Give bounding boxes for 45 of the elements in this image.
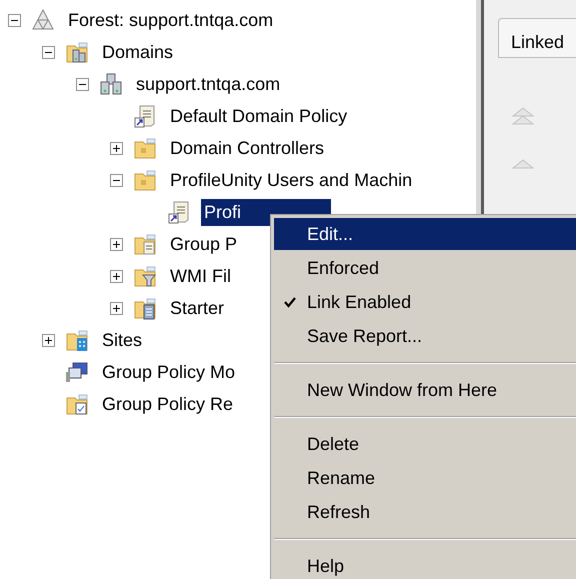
tree-item[interactable]: ProfileUnity Users and Machin	[167, 166, 416, 194]
server-icon	[99, 72, 123, 96]
menu-item[interactable]: New Window from Here	[274, 374, 576, 406]
menu-item[interactable]: Rename	[274, 462, 576, 494]
triangle-tree-icon	[31, 8, 55, 32]
menu-item[interactable]: Refresh	[274, 496, 576, 528]
menu-item[interactable]: Save Report...	[274, 320, 576, 352]
scroll-shortcut-icon	[167, 200, 191, 224]
tree-item[interactable]: Sites	[99, 326, 146, 354]
tree-item[interactable]: Group P	[167, 230, 240, 258]
menu-item[interactable]: Help	[274, 550, 576, 579]
tree-item[interactable]: Default Domain Policy	[167, 102, 350, 130]
check-icon	[284, 296, 296, 308]
menu-item[interactable]: Delete	[274, 428, 576, 460]
menu-item[interactable]: Edit...	[274, 218, 576, 250]
tree-item[interactable]: support.tntqa.com	[133, 70, 284, 98]
expand-icon[interactable]	[110, 238, 123, 250]
folder-document-icon	[133, 232, 157, 256]
tree-item[interactable]: Domains	[99, 38, 176, 66]
tree-item[interactable]: Group Policy Re	[99, 390, 236, 418]
tree-item[interactable]: Group Policy Mo	[99, 358, 238, 386]
collapse-icon[interactable]	[42, 46, 55, 58]
tree-item[interactable]: WMI Fil	[167, 262, 234, 290]
folder-document-icon	[133, 296, 157, 320]
folder-funnel-icon	[133, 264, 157, 288]
tab[interactable]: Linked	[498, 18, 576, 58]
tree-item[interactable]: Starter	[167, 294, 228, 322]
folder-building-icon	[65, 328, 89, 352]
folder-report-icon	[65, 392, 89, 416]
menu-item[interactable]: Enforced	[274, 252, 576, 284]
expand-icon[interactable]	[110, 302, 123, 314]
collapse-icon[interactable]	[76, 78, 89, 90]
scroll-shortcut-icon	[133, 104, 157, 128]
collapse-icon[interactable]	[8, 14, 21, 26]
expand-icon[interactable]	[42, 334, 55, 346]
tree-item[interactable]: Forest: support.tntqa.com	[65, 6, 276, 34]
folder-icon	[133, 168, 157, 192]
menu-item[interactable]: Link Enabled	[274, 286, 576, 318]
folder-server-icon	[65, 40, 89, 64]
collapse-icon[interactable]	[110, 174, 123, 186]
expand-icon[interactable]	[110, 142, 123, 154]
folder-icon	[133, 136, 157, 160]
computers-icon	[65, 360, 89, 384]
tree-item[interactable]: Domain Controllers	[167, 134, 328, 162]
expand-icon[interactable]	[110, 270, 123, 282]
